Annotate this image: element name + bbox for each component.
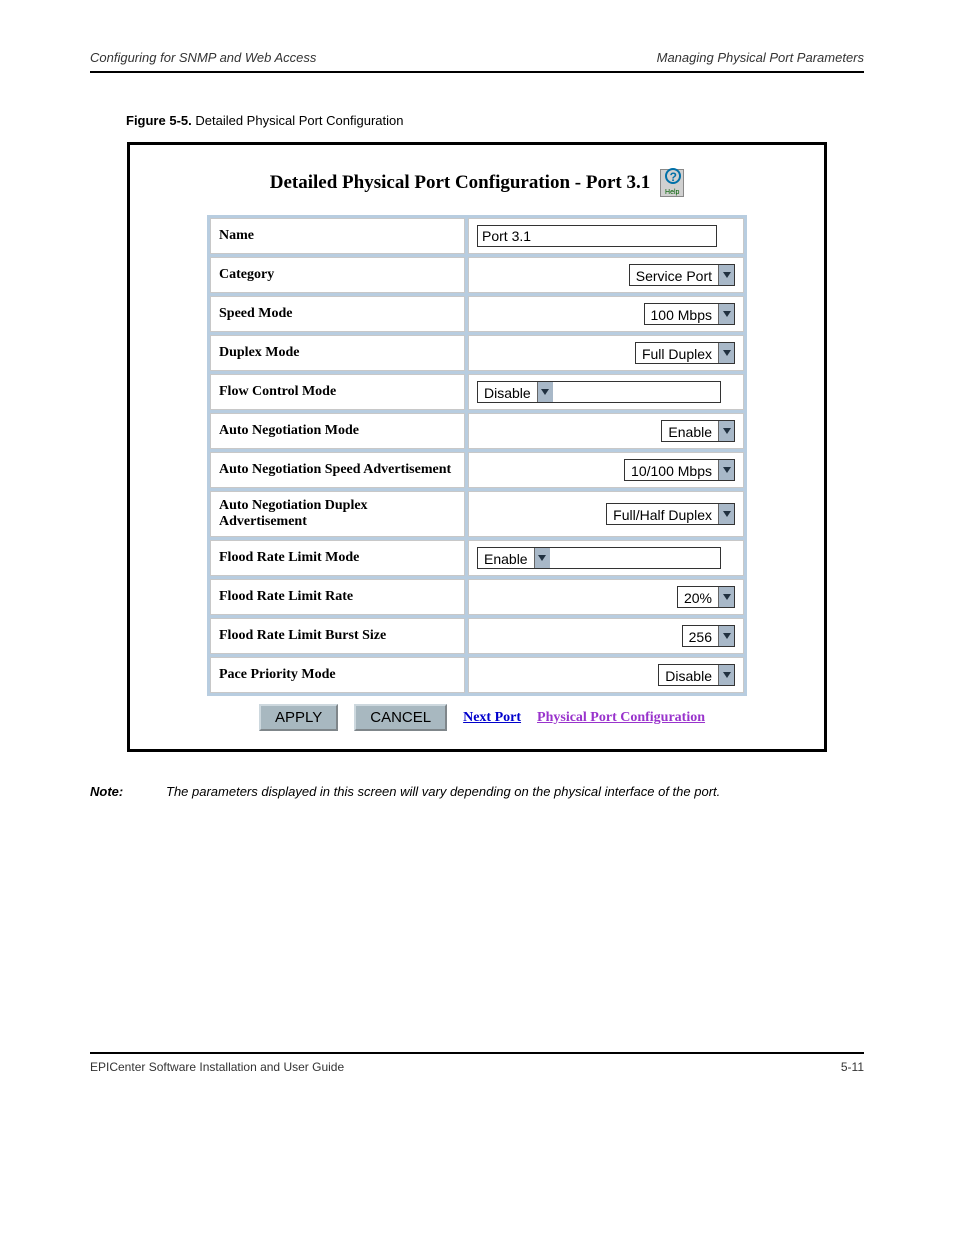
table-row: Flow Control Mode Disable — [210, 374, 744, 410]
footer-left: EPICenter Software Installation and User… — [90, 1060, 344, 1074]
field-value-cell: Service Port — [468, 257, 744, 293]
select-value: Service Port — [630, 265, 718, 285]
note-body: The parameters displayed in this screen … — [166, 782, 720, 802]
select-flow-control-mode[interactable]: Disable — [477, 381, 721, 403]
field-label: Auto Negotiation Mode — [210, 413, 465, 449]
chevron-down-icon — [718, 304, 734, 324]
note-block: Note: The parameters displayed in this s… — [90, 782, 864, 802]
select-value: Full Duplex — [636, 343, 718, 363]
select-flood-rate-limit-mode[interactable]: Enable — [477, 547, 721, 569]
select-value: 256 — [683, 626, 718, 646]
field-value-cell: Disable — [468, 374, 744, 410]
field-label: Category — [210, 257, 465, 293]
field-label: Duplex Mode — [210, 335, 465, 371]
field-label: Name — [210, 218, 465, 254]
select-duplex-mode[interactable]: Full Duplex — [635, 342, 735, 364]
field-value-cell: Disable — [468, 657, 744, 693]
page-footer: EPICenter Software Installation and User… — [90, 1060, 864, 1074]
header-rule — [90, 71, 864, 73]
table-row: Flood Rate Limit Mode Enable — [210, 540, 744, 576]
chevron-down-icon — [718, 587, 734, 607]
physical-port-config-link[interactable]: Physical Port Configuration — [537, 710, 705, 726]
select-value: Enable — [662, 421, 718, 441]
select-value: 20% — [678, 587, 718, 607]
field-value-cell: Full Duplex — [468, 335, 744, 371]
figure-caption-text: Detailed Physical Port Configuration — [195, 113, 403, 128]
field-value-cell: 100 Mbps — [468, 296, 744, 332]
field-label: Speed Mode — [210, 296, 465, 332]
table-row: Category Service Port — [210, 257, 744, 293]
figure-title: Detailed Physical Port Configuration - P… — [270, 172, 650, 194]
table-row: Name — [210, 218, 744, 254]
chevron-down-icon — [718, 343, 734, 363]
field-label: Flood Rate Limit Burst Size — [210, 618, 465, 654]
header-left: Configuring for SNMP and Web Access — [90, 50, 316, 65]
field-label: Flood Rate Limit Rate — [210, 579, 465, 615]
field-label: Flow Control Mode — [210, 374, 465, 410]
footer-right: 5-11 — [841, 1060, 864, 1074]
field-value-cell: 20% — [468, 579, 744, 615]
select-auto-negotiation-mode[interactable]: Enable — [661, 420, 735, 442]
table-row: Auto Negotiation Mode Enable — [210, 413, 744, 449]
table-row: Auto Negotiation Duplex Advertisement Ful… — [210, 491, 744, 537]
table-row: Duplex Mode Full Duplex — [210, 335, 744, 371]
help-icon-label: Help — [661, 189, 683, 197]
cancel-button[interactable]: CANCEL — [354, 704, 447, 731]
chevron-down-icon — [718, 665, 734, 685]
select-value: Enable — [478, 548, 534, 568]
chevron-down-icon — [537, 382, 553, 402]
figure-frame: Detailed Physical Port Configuration - P… — [127, 142, 827, 752]
page-header: Configuring for SNMP and Web Access Mana… — [90, 50, 864, 65]
field-value-cell: Full/Half Duplex — [468, 491, 744, 537]
field-value-cell: 10/100 Mbps — [468, 452, 744, 488]
config-table: NameCategory Service Port Speed Mode 100 Mb… — [207, 215, 747, 696]
figure-caption-prefix: Figure 5-5. — [126, 113, 192, 128]
select-value: Disable — [659, 665, 718, 685]
field-label: Auto Negotiation Speed Advertisement — [210, 452, 465, 488]
table-row: Flood Rate Limit Burst Size 256 — [210, 618, 744, 654]
name-input[interactable] — [477, 225, 717, 247]
document-page: Configuring for SNMP and Web Access Mana… — [0, 0, 954, 1114]
chevron-down-icon — [718, 265, 734, 285]
chevron-down-icon — [534, 548, 550, 568]
select-speed-mode[interactable]: 100 Mbps — [644, 303, 735, 325]
select-value: 10/100 Mbps — [625, 460, 718, 480]
table-row: Auto Negotiation Speed Advertisement 10/1… — [210, 452, 744, 488]
select-value: Full/Half Duplex — [607, 504, 718, 524]
chevron-down-icon — [718, 504, 734, 524]
footer-rule — [90, 1052, 864, 1054]
field-label: Auto Negotiation Duplex Advertisement — [210, 491, 465, 537]
note-label: Note: — [90, 782, 138, 802]
table-row: Flood Rate Limit Rate 20% — [210, 579, 744, 615]
button-row: APPLY CANCEL Next Port Physical Port Con… — [207, 704, 747, 731]
header-right: Managing Physical Port Parameters — [657, 50, 864, 65]
figure-caption: Figure 5-5. Detailed Physical Port Confi… — [126, 113, 864, 128]
field-label: Pace Priority Mode — [210, 657, 465, 693]
field-label: Flood Rate Limit Mode — [210, 540, 465, 576]
select-category[interactable]: Service Port — [629, 264, 735, 286]
field-value-cell — [468, 218, 744, 254]
next-port-link[interactable]: Next Port — [463, 710, 521, 726]
table-row: Pace Priority Mode Disable — [210, 657, 744, 693]
select-value: 100 Mbps — [645, 304, 718, 324]
help-icon[interactable]: ? Help — [660, 169, 684, 197]
figure-title-row: Detailed Physical Port Configuration - P… — [156, 169, 798, 197]
field-value-cell: Enable — [468, 540, 744, 576]
chevron-down-icon — [718, 460, 734, 480]
select-flood-rate-limit-rate[interactable]: 20% — [677, 586, 735, 608]
select-value: Disable — [478, 382, 537, 402]
select-auto-negotiation-speed-advertisement[interactable]: 10/100 Mbps — [624, 459, 735, 481]
question-mark-icon: ? — [665, 168, 681, 184]
select-pace-priority-mode[interactable]: Disable — [658, 664, 735, 686]
table-row: Speed Mode 100 Mbps — [210, 296, 744, 332]
select-flood-rate-limit-burst-size[interactable]: 256 — [682, 625, 735, 647]
select-auto-negotiation-duplex-advertisement[interactable]: Full/Half Duplex — [606, 503, 735, 525]
apply-button[interactable]: APPLY — [259, 704, 338, 731]
field-value-cell: 256 — [468, 618, 744, 654]
field-value-cell: Enable — [468, 413, 744, 449]
chevron-down-icon — [718, 626, 734, 646]
chevron-down-icon — [718, 421, 734, 441]
